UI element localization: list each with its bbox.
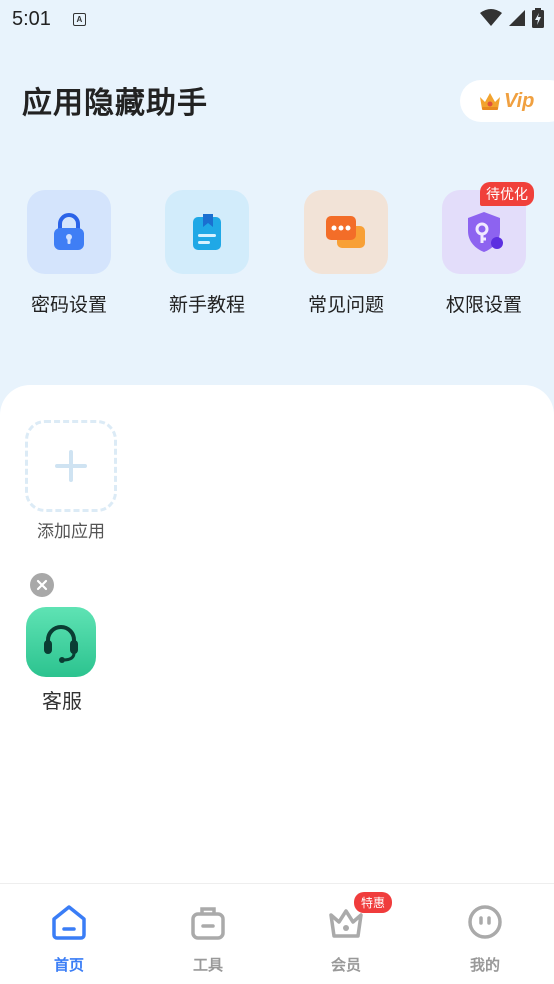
customer-service-label: 客服 (42, 689, 82, 713)
status-time: 5:01 (12, 7, 51, 30)
signal-icon (509, 10, 525, 26)
crown-icon (480, 93, 500, 110)
quick-item-permission[interactable]: 待优化 权限设置 (429, 182, 539, 317)
battery-icon (532, 8, 544, 28)
nav-profile[interactable]: 我的 (435, 902, 535, 975)
nav-member[interactable]: 特惠 会员 (296, 892, 396, 975)
home-icon (52, 905, 86, 940)
customer-service-app[interactable] (26, 607, 96, 677)
quick-actions: 密码设置 新手教程 常见问题 待优化 权限设置 (0, 182, 554, 320)
quick-item-password[interactable]: 密码设置 (14, 190, 124, 317)
quick-item-faq[interactable]: 常见问题 (291, 190, 401, 317)
quick-label: 权限设置 (445, 294, 522, 316)
app-list-panel: 添加应用 客服 (0, 385, 554, 883)
badge-optimize: 待优化 (480, 182, 534, 206)
nav-icon-wrap (188, 902, 228, 942)
page-title: 应用隐藏助手 (22, 86, 208, 121)
face-icon (468, 905, 502, 939)
nav-label-tools: 工具 (192, 956, 223, 974)
add-app-button[interactable] (25, 420, 117, 512)
quick-icon-tile: 待优化 (442, 182, 534, 274)
nav-home[interactable]: 首页 (19, 902, 119, 975)
vip-button[interactable]: Vip (460, 80, 554, 122)
quick-label: 密码设置 (30, 294, 107, 316)
remove-app-button[interactable] (30, 573, 54, 597)
nav-label-profile: 我的 (469, 956, 500, 974)
headset-icon (44, 625, 78, 663)
shield-key-icon (468, 212, 503, 252)
badge-special-offer: 特惠 (354, 892, 393, 913)
plus-icon (55, 450, 87, 482)
toolbox-icon (191, 907, 225, 940)
nav-tools[interactable]: 工具 (158, 902, 258, 975)
nav-icon-wrap (49, 902, 89, 942)
vip-label: Vip (504, 89, 535, 112)
nav-label-home: 首页 (53, 956, 84, 974)
bottom-nav: 首页 工具 特惠 会员 我的 (0, 883, 554, 984)
chat-icon (326, 216, 365, 248)
nav-label-member: 会员 (330, 956, 361, 974)
book-icon (193, 214, 221, 250)
nav-icon-wrap (465, 902, 505, 942)
quick-item-tutorial[interactable]: 新手教程 (152, 190, 262, 317)
status-bar: 5:01 A (0, 0, 554, 38)
wifi-icon (480, 9, 502, 26)
lock-icon (54, 213, 84, 250)
close-icon (36, 579, 48, 591)
quick-label: 新手教程 (168, 294, 245, 316)
add-app-label: 添加应用 (37, 522, 105, 542)
quick-icon-tile (304, 190, 388, 274)
nav-icon-wrap: 特惠 (326, 892, 393, 942)
quick-icon-tile (165, 190, 249, 274)
quick-label: 常见问题 (307, 294, 384, 316)
quick-icon-tile (27, 190, 111, 274)
notification-icon: A (72, 12, 86, 26)
status-icons (480, 8, 544, 28)
